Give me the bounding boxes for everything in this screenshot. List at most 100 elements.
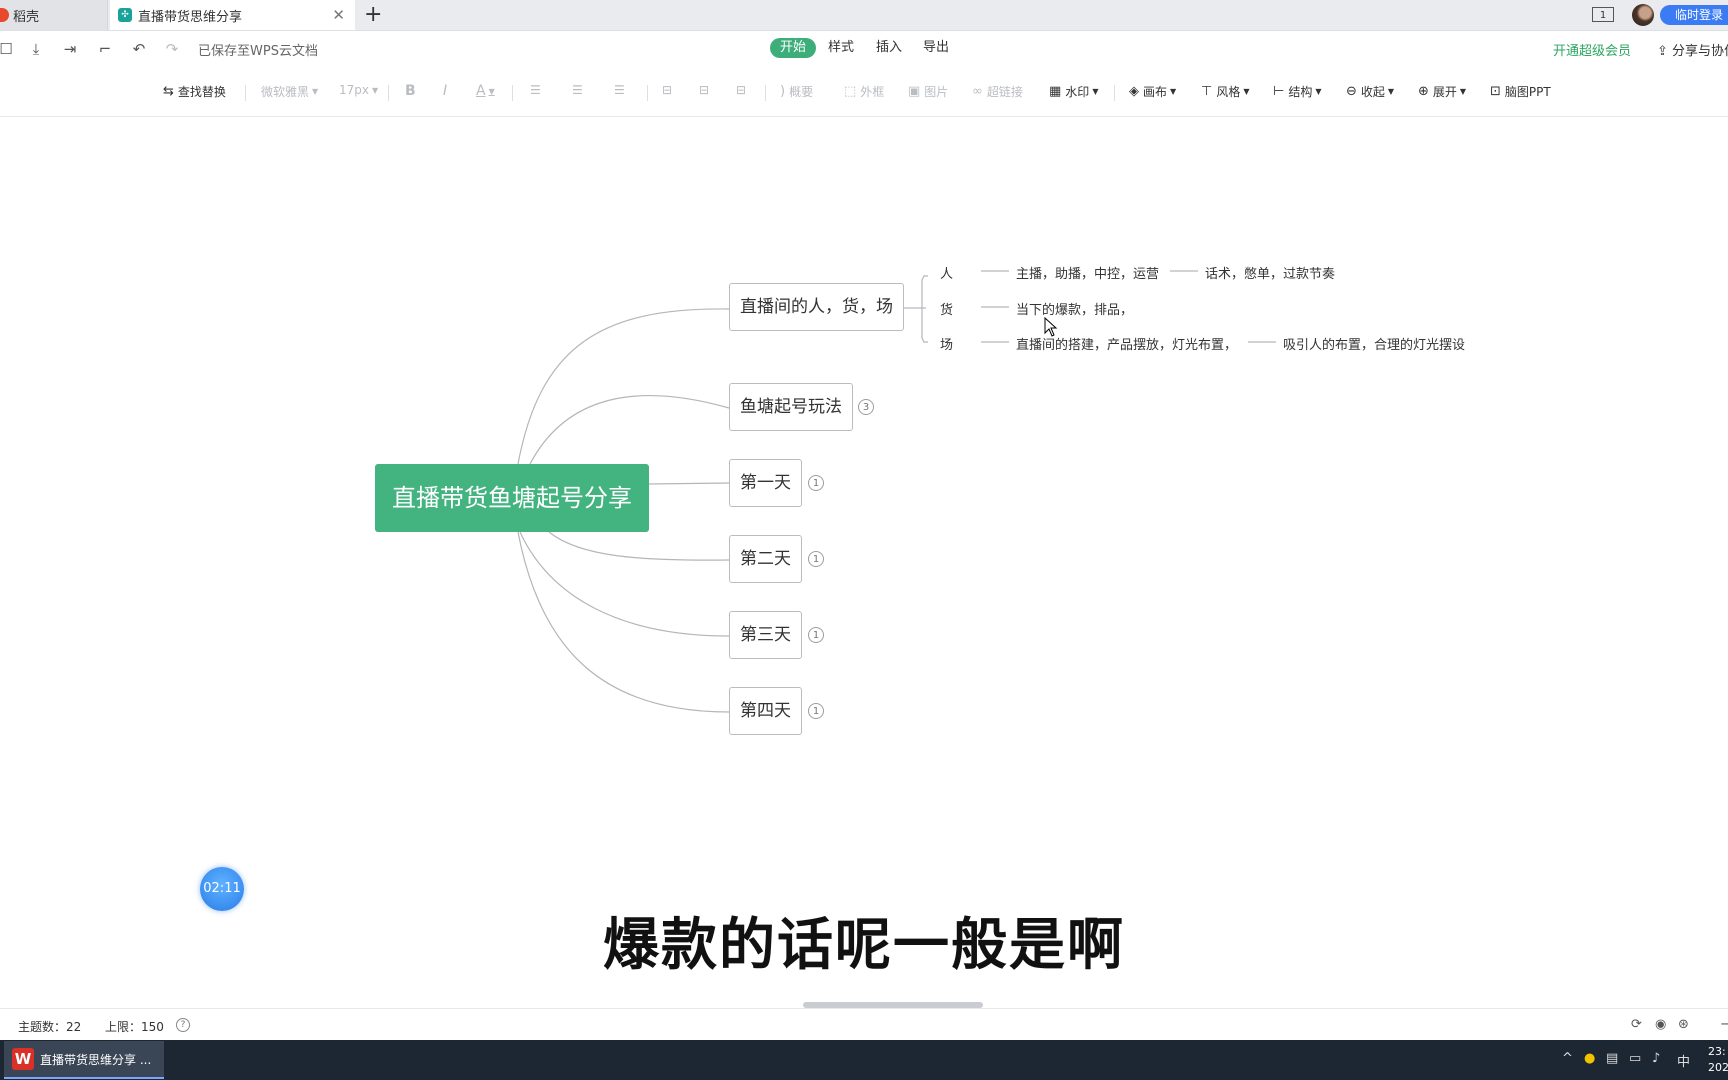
collapsed-count-badge[interactable]: 1 [808, 627, 824, 643]
tab-style[interactable]: 样式 [828, 38, 854, 58]
close-tab-icon[interactable]: ✕ [332, 6, 345, 24]
align-right-icon[interactable]: ☰ [614, 83, 625, 97]
sync-icon[interactable]: ⟳ [1631, 1017, 1642, 1032]
chevron-down-icon: ▼ [1315, 87, 1322, 96]
subtopic-person[interactable]: 人 [940, 263, 953, 282]
tab-daoke[interactable]: 稻壳 [0, 0, 108, 30]
insert-sibling-icon[interactable]: ⊟ [662, 83, 672, 97]
export-icon[interactable]: ⇥ [60, 39, 80, 59]
toolbar: ⇆ 查找替换 微软雅黑 ▼ 17px ▼ B I A ▼ ☰ ☰ ☰ ⊟ ⊟ ⊟ ) 概要… [0, 68, 1728, 117]
font-size-value: 17px [339, 83, 369, 97]
tray-security-icon[interactable]: ▤ [1606, 1051, 1618, 1066]
subtopic-person-detail[interactable]: 主播，助播，中控，运营 [1016, 263, 1159, 282]
undo-icon[interactable]: ↶ [129, 39, 149, 59]
style-button[interactable]: ⊤ 风格 ▼ [1201, 83, 1250, 100]
system-clock[interactable]: 23: 202 [1708, 1044, 1728, 1076]
tray-app-icon[interactable]: ● [1584, 1051, 1595, 1066]
collapsed-count-badge[interactable]: 1 [808, 551, 824, 567]
topic-limit: 上限：150 [105, 1020, 164, 1034]
locate-icon[interactable]: ⊛ [1678, 1017, 1689, 1032]
italic-button[interactable]: I [443, 83, 447, 99]
paint-bucket-icon: ◈ [1129, 84, 1139, 99]
border-label: 外框 [860, 85, 885, 99]
eye-icon[interactable]: ◉ [1655, 1017, 1666, 1032]
collapsed-count-badge[interactable]: 1 [808, 475, 824, 491]
volume-icon[interactable]: ♪ [1652, 1051, 1660, 1066]
divider [1114, 85, 1115, 101]
font-color-label: A [476, 83, 486, 99]
find-replace-label: 查找替换 [177, 85, 226, 99]
align-left-icon[interactable]: ☰ [530, 83, 541, 97]
taskbar-wps-app[interactable]: W 直播带货思维分享 ... [4, 1041, 164, 1079]
hyperlink-button[interactable]: ∞ 超链接 [972, 83, 1023, 100]
font-size-select[interactable]: 17px ▼ [339, 83, 378, 97]
topic-day-3[interactable]: 第三天 [729, 611, 802, 659]
chevron-down-icon: ▼ [312, 87, 319, 96]
divider [765, 85, 766, 101]
clock-time: 23: [1708, 1045, 1726, 1058]
status-bar: 主题数：22 上限：150 ? ⟳ ◉ ⊛ − [0, 1008, 1728, 1041]
insert-parent-icon[interactable]: ⊟ [736, 83, 746, 97]
collapsed-count-badge[interactable]: 1 [808, 703, 824, 719]
border-icon: ⬚ [844, 84, 857, 99]
subtopic-goods-detail[interactable]: 当下的爆款，排品， [1016, 299, 1133, 318]
image-button[interactable]: ▣ 图片 [908, 83, 948, 100]
tab-export[interactable]: 导出 [923, 38, 949, 58]
root-topic[interactable]: 直播带货鱼塘起号分享 [375, 464, 649, 532]
zoom-out-icon[interactable]: − [1720, 1017, 1728, 1032]
mind-ppt-label: 脑图PPT [1504, 85, 1551, 99]
help-icon[interactable]: ? [176, 1018, 190, 1032]
subtopic-venue-detail-2[interactable]: 吸引人的布置，合理的灯光摆设 [1283, 334, 1465, 353]
align-center-icon[interactable]: ☰ [572, 83, 583, 97]
user-avatar[interactable] [1632, 4, 1654, 26]
watermark-button[interactable]: ▦ 水印 ▼ [1049, 83, 1098, 100]
canvas-button[interactable]: ◈ 画布 ▼ [1129, 83, 1176, 100]
chevron-down-icon: ▼ [1243, 87, 1250, 96]
tab-start[interactable]: 开始 [770, 38, 817, 58]
expand-button[interactable]: ⊕ 展开 ▼ [1418, 83, 1466, 100]
redo-icon[interactable]: ↷ [162, 39, 182, 59]
tab-insert[interactable]: 插入 [876, 38, 902, 58]
font-family-select[interactable]: 微软雅黑 ▼ [261, 83, 318, 100]
topic-fishpond-method[interactable]: 鱼塘起号玩法 [729, 383, 853, 431]
topic-day-1[interactable]: 第一天 [729, 459, 802, 507]
subtopic-goods[interactable]: 货 [940, 299, 953, 318]
collapse-button[interactable]: ⊖ 收起 ▼ [1346, 83, 1394, 100]
upgrade-vip-link[interactable]: 开通超级会员 [1553, 40, 1631, 59]
topic-day-4[interactable]: 第四天 [729, 687, 802, 735]
subtopic-person-detail-2[interactable]: 话术，憋单，过款节奏 [1205, 263, 1335, 282]
chevron-down-icon: ▼ [1387, 87, 1395, 96]
border-button[interactable]: ⬚ 外框 [844, 83, 884, 100]
summary-button[interactable]: ) 概要 [780, 83, 813, 100]
file-menu-icon[interactable]: ☐ [0, 39, 16, 59]
font-color-button[interactable]: A ▼ [476, 83, 495, 99]
find-replace-button[interactable]: ⇆ 查找替换 [163, 83, 226, 100]
tab-label: 稻壳 [13, 9, 40, 25]
menu-bar: ☐ ⤓ ⇥ ⌐ ↶ ↷ 已保存至WPS云文档 开始 样式 插入 导出 开通超级会… [0, 31, 1728, 67]
topic-day-2[interactable]: 第二天 [729, 535, 802, 583]
format-painter-icon[interactable]: ⌐ [95, 39, 115, 59]
subtopic-venue[interactable]: 场 [940, 334, 953, 353]
bold-button[interactable]: B [405, 83, 416, 99]
temp-login-button[interactable]: 临时登录 [1660, 5, 1728, 25]
share-button[interactable]: ⇪ 分享与协作 [1657, 40, 1728, 59]
mindmap-canvas[interactable]: 直播带货鱼塘起号分享 直播间的人，货，场 鱼塘起号玩法 3 第一天 1 第二天 … [0, 117, 1728, 1008]
video-subtitle: 爆款的话呢一般是啊 [603, 913, 1125, 978]
expand-label: 展开 [1432, 85, 1457, 99]
font-family-value: 微软雅黑 [261, 85, 310, 99]
new-tab-button[interactable]: + [364, 2, 382, 28]
ime-indicator[interactable]: 中 [1677, 1051, 1690, 1070]
chevron-down-icon: ▼ [1459, 87, 1467, 96]
window-layout-icon[interactable]: 1 [1592, 7, 1614, 22]
network-icon[interactable]: ▭ [1629, 1051, 1641, 1066]
tray-expand-icon[interactable]: ^ [1562, 1051, 1573, 1066]
wps-logo-icon: W [12, 1048, 34, 1070]
topic-people-goods-venue[interactable]: 直播间的人，货，场 [729, 283, 904, 331]
link-icon: ∞ [972, 84, 983, 99]
mind-ppt-button[interactable]: ⊡ 脑图PPT [1490, 83, 1551, 100]
download-icon[interactable]: ⤓ [26, 39, 46, 59]
collapsed-count-badge[interactable]: 3 [858, 399, 874, 415]
tab-mindmap-document[interactable]: ✣ 直播带货思维分享 ✕ [110, 0, 355, 30]
insert-child-icon[interactable]: ⊟ [699, 83, 709, 97]
structure-button[interactable]: ⊢ 结构 ▼ [1273, 83, 1322, 100]
